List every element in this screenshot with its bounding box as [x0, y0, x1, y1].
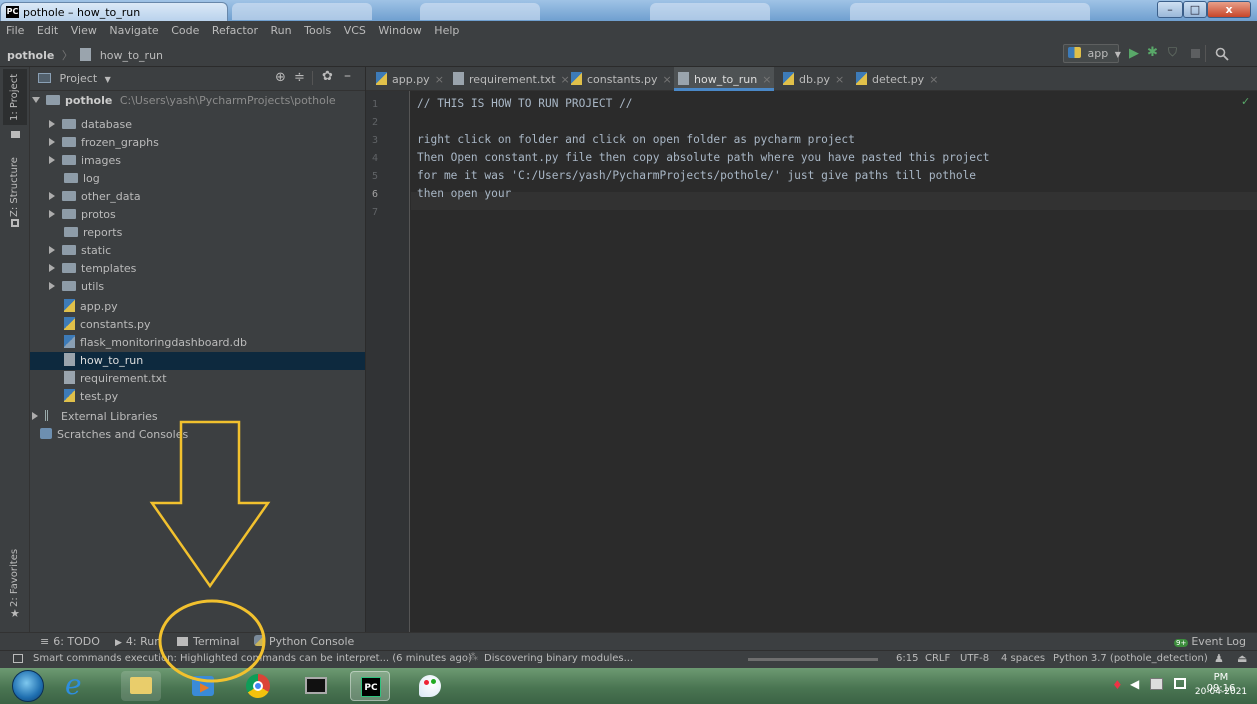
annotation-circle	[158, 599, 266, 683]
annotation-arrow	[149, 420, 271, 589]
annotation-overlay	[149, 420, 271, 683]
